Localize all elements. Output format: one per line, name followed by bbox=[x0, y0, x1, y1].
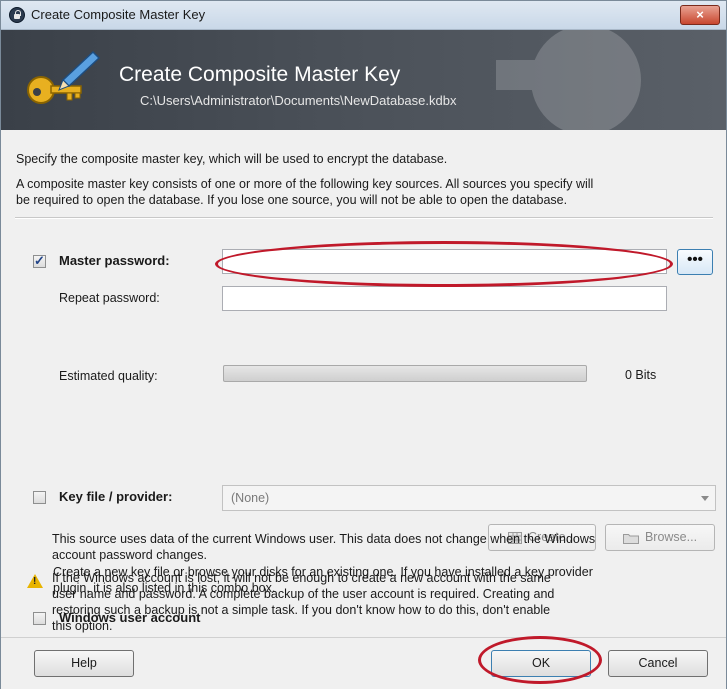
windows-account-checkbox[interactable] bbox=[33, 612, 46, 625]
master-password-label: Master password: bbox=[59, 253, 170, 268]
checkmark-icon: ✓ bbox=[34, 253, 45, 268]
key-file-label: Key file / provider: bbox=[59, 489, 173, 504]
window-title: Create Composite Master Key bbox=[31, 7, 206, 22]
banner-decoration-icon bbox=[496, 30, 641, 130]
chevron-down-icon bbox=[701, 496, 709, 501]
key-file-help-line2: plugin, it is also listed in this combo … bbox=[53, 581, 276, 595]
grid-icon bbox=[508, 531, 523, 544]
intro-description-line1: A composite master key consists of one o… bbox=[16, 177, 594, 191]
title-bar[interactable]: Create Composite Master Key × bbox=[1, 1, 726, 30]
key-file-help-line1: Create a new key file or browse your dis… bbox=[53, 565, 593, 579]
create-key-file-button[interactable]: Create... bbox=[488, 524, 596, 551]
master-password-checkbox[interactable]: ✓ bbox=[33, 253, 46, 268]
estimated-quality-label: Estimated quality: bbox=[59, 369, 158, 383]
help-button[interactable]: Help bbox=[34, 650, 134, 677]
create-button-label: Create... bbox=[528, 530, 576, 544]
banner-title: Create Composite Master Key bbox=[119, 63, 401, 86]
key-provider-select[interactable]: (None) bbox=[222, 485, 716, 511]
browse-button-label: Browse... bbox=[644, 530, 698, 544]
lock-icon bbox=[9, 7, 25, 23]
browse-button[interactable]: Browse... bbox=[605, 524, 715, 551]
key-provider-selected: (None) bbox=[231, 491, 270, 505]
cancel-button[interactable]: Cancel bbox=[608, 650, 708, 677]
quality-bits: 0 Bits bbox=[625, 368, 657, 382]
quality-progress-bar bbox=[223, 365, 587, 382]
intro-description-line2: be required to open the database. If you… bbox=[16, 193, 568, 207]
repeat-password-label: Repeat password: bbox=[59, 291, 160, 305]
repeat-password-input[interactable] bbox=[222, 286, 667, 311]
folder-icon bbox=[622, 533, 639, 544]
show-password-button[interactable]: ••• bbox=[677, 249, 713, 275]
dialog-window: Create Composite Master Key × Create Com… bbox=[0, 0, 727, 689]
button-bar: Help OK Cancel bbox=[1, 637, 726, 689]
close-button[interactable]: × bbox=[680, 5, 720, 25]
key-pen-icon bbox=[27, 50, 101, 104]
header-banner: Create Composite Master Key C:\Users\Adm… bbox=[1, 30, 726, 130]
master-password-input[interactable] bbox=[222, 249, 667, 274]
ok-button[interactable]: OK bbox=[491, 650, 591, 677]
key-file-checkbox[interactable] bbox=[33, 491, 46, 504]
windows-account-label: Windows user account bbox=[59, 610, 201, 625]
database-path: C:\Users\Administrator\Documents\NewData… bbox=[140, 93, 457, 108]
divider bbox=[15, 217, 713, 219]
dialog-content: Specify the composite master key, which … bbox=[1, 131, 726, 631]
intro-text: Specify the composite master key, which … bbox=[16, 152, 448, 166]
